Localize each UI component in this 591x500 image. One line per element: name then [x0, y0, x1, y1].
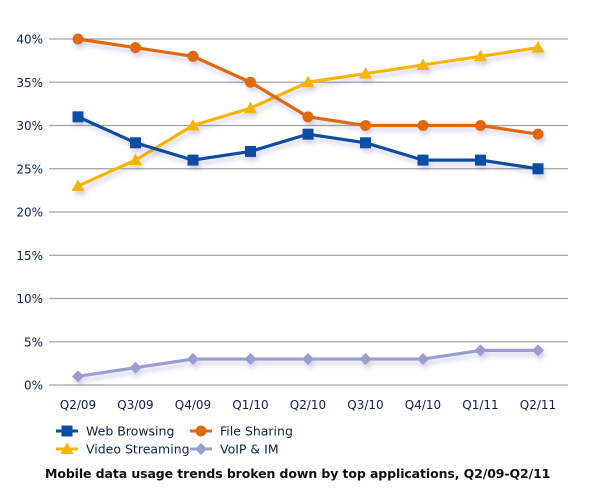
data-point [474, 344, 487, 357]
data-point [72, 111, 84, 123]
legend-label: Video Streaming [86, 442, 190, 457]
legend-item: Web Browsing [56, 424, 174, 439]
gridlines [49, 38, 568, 386]
x-tick-label: Q1/10 [232, 398, 268, 412]
data-point [187, 50, 199, 62]
y-tick-label: 5% [24, 335, 43, 349]
x-tick-label: Q1/11 [462, 398, 498, 412]
y-tick-label: 25% [16, 162, 43, 176]
data-point [187, 154, 199, 166]
data-point [417, 154, 429, 166]
data-point [532, 128, 544, 140]
y-tick-label: 40% [16, 33, 43, 47]
x-tick-label: Q2/11 [520, 398, 556, 412]
y-tick-label: 30% [16, 119, 43, 133]
data-point [302, 111, 314, 123]
data-point [130, 137, 141, 149]
x-tick-label: Q4/10 [405, 398, 441, 412]
data-point [129, 153, 142, 166]
data-point [417, 120, 429, 131]
circle-marker-icon [195, 425, 207, 437]
legend-item: File Sharing [190, 424, 293, 439]
data-point [475, 120, 486, 131]
y-tick-label: 20% [16, 206, 43, 220]
legend-label: File Sharing [220, 424, 293, 439]
series-layer [71, 33, 545, 383]
data-point [302, 353, 314, 366]
data-point [245, 76, 256, 88]
data-point [360, 120, 371, 131]
square-marker-icon [61, 425, 73, 437]
data-point [532, 163, 544, 175]
x-axis-ticks: Q2/09 Q3/09 Q4/09 Q1/10 Q2/10 Q3/10 Q4/10 Q1/11… [60, 398, 556, 412]
legend-label: VoIP & IM [220, 442, 279, 457]
data-point [532, 344, 544, 357]
data-point [475, 154, 486, 166]
legend-item: VoIP & IM [190, 442, 279, 457]
legend-label: Web Browsing [86, 424, 174, 439]
x-tick-label: Q4/09 [175, 398, 211, 412]
chart-title: Mobile data usage trends broken down by … [45, 466, 551, 481]
x-tick-label: Q3/10 [347, 398, 383, 412]
data-point [359, 353, 372, 366]
series-voip-im [72, 344, 544, 383]
data-point [245, 145, 256, 157]
x-tick-label: Q2/09 [60, 398, 96, 412]
data-point [130, 42, 141, 54]
x-tick-label: Q3/09 [117, 398, 153, 412]
legend: Web Browsing File Sharing Video Streaming V… [56, 424, 293, 457]
data-point [360, 137, 371, 149]
y-axis-ticks: 0% 5% 10% 15% 20% 25% 30% 35% 40% [16, 33, 43, 393]
data-point [244, 353, 257, 366]
y-tick-label: 15% [16, 249, 43, 263]
y-tick-label: 35% [16, 76, 43, 90]
data-point [72, 33, 84, 45]
line-chart: 0% 5% 10% 15% 20% 25% 30% 35% 40% Q2/09 Q3/09 Q4/0… [16, 33, 568, 457]
data-point [129, 361, 142, 374]
diamond-marker-icon [195, 443, 207, 455]
x-tick-label: Q2/10 [290, 398, 326, 412]
legend-item: Video Streaming [56, 442, 190, 457]
data-point [417, 353, 429, 366]
data-point [187, 353, 199, 366]
data-point [72, 370, 84, 383]
data-point [302, 128, 314, 140]
y-tick-label: 10% [16, 292, 43, 306]
y-tick-label: 0% [24, 379, 43, 393]
